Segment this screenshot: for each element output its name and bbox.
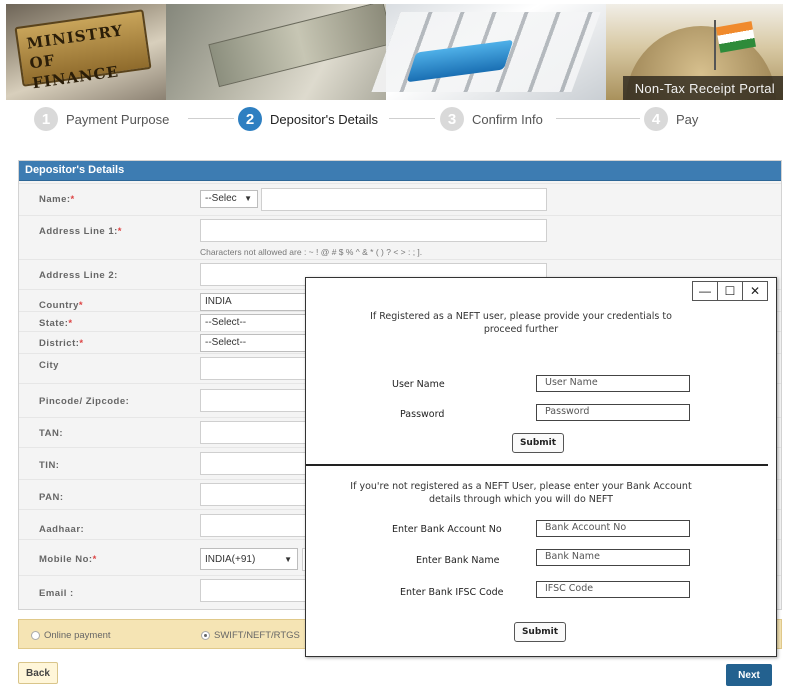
step-label: Depositor's Details — [270, 111, 378, 127]
unregistered-text-line-1: If you're not registered as a NEFT User,… — [350, 481, 692, 492]
step-connector — [389, 118, 435, 119]
chevron-down-icon: ▼ — [244, 194, 252, 203]
user-name-label: User Name — [392, 379, 445, 390]
ifsc-input[interactable]: IFSC Code — [536, 581, 690, 598]
pan-label: PAN: — [39, 492, 64, 503]
chevron-down-icon: ▼ — [284, 555, 292, 564]
state-label: State:* — [39, 318, 73, 329]
tin-input[interactable] — [200, 452, 308, 475]
address-line-1-label: Address Line 1:* — [39, 226, 122, 237]
unregistered-user-instruction: If you're not registered as a NEFT User,… — [336, 480, 706, 506]
minimize-icon[interactable]: — — [693, 282, 717, 300]
window-controls: — ☐ ✕ — [692, 281, 768, 301]
bank-name-input[interactable]: Bank Name — [536, 549, 690, 566]
bank-account-label: Enter Bank Account No — [392, 524, 502, 535]
neft-credentials-dialog: — ☐ ✕ If Registered as a NEFT user, plea… — [305, 277, 777, 657]
address-line-2-label: Address Line 2: — [39, 270, 118, 281]
address-hint: Characters not allowed are : ~ ! @ # $ %… — [200, 247, 423, 257]
step-number: 4 — [644, 107, 668, 131]
pincode-label: Pincode/ Zipcode: — [39, 396, 130, 407]
name-input[interactable] — [261, 188, 547, 211]
email-label: Email : — [39, 588, 74, 599]
city-label: City — [39, 360, 59, 371]
user-name-input[interactable]: User Name — [536, 375, 690, 392]
panel-header: Depositor's Details — [19, 161, 781, 181]
step-payment-purpose: 1 Payment Purpose — [34, 106, 169, 132]
city-input[interactable] — [200, 357, 308, 380]
step-number: 2 — [238, 107, 262, 131]
aadhaar-input[interactable] — [200, 514, 308, 537]
step-label: Pay — [676, 111, 699, 127]
email-input[interactable] — [200, 579, 308, 602]
step-connector — [556, 118, 640, 119]
country-select[interactable]: INDIA — [200, 293, 308, 311]
aadhaar-label: Aadhaar: — [39, 524, 85, 535]
tan-input[interactable] — [200, 421, 308, 444]
name-title-select[interactable]: --Selec ▼ — [200, 190, 258, 208]
swift-neft-rtgs-radio[interactable]: SWIFT/NEFT/RTGS — [201, 630, 300, 641]
step-confirm-info: 3 Confirm Info — [440, 106, 543, 132]
registered-text-line-2: proceed further — [483, 324, 559, 335]
swift-neft-rtgs-label: SWIFT/NEFT/RTGS — [214, 630, 300, 641]
submit-bank-details-button[interactable]: Submit — [514, 622, 566, 642]
maximize-icon[interactable]: ☐ — [717, 282, 742, 300]
step-label: Payment Purpose — [66, 111, 170, 127]
step-label: Confirm Info — [472, 111, 543, 127]
pan-input[interactable] — [200, 483, 308, 506]
ifsc-label: Enter Bank IFSC Code — [400, 587, 504, 598]
radio-icon — [31, 631, 40, 640]
close-icon[interactable]: ✕ — [742, 282, 767, 300]
submit-credentials-button[interactable]: Submit — [512, 433, 564, 453]
panel-title: Depositor's Details — [25, 164, 125, 176]
online-payment-radio[interactable]: Online payment — [31, 630, 111, 641]
step-number: 3 — [440, 107, 464, 131]
step-depositor-details: 2 Depositor's Details — [238, 106, 378, 132]
header-banner: MINISTRY OF FINANCE Non-Tax Receipt Port… — [6, 4, 783, 100]
password-label: Password — [400, 409, 445, 420]
registered-user-instruction: If Registered as a NEFT user, please pro… — [336, 310, 706, 336]
tan-label: TAN: — [39, 428, 63, 439]
online-payment-label: Online payment — [44, 630, 111, 641]
next-button[interactable]: Next — [726, 664, 772, 686]
password-input[interactable]: Password — [536, 404, 690, 421]
unregistered-text-line-2: details through which you will do NEFT — [429, 494, 613, 505]
pincode-input[interactable] — [200, 389, 308, 412]
radio-selected-icon — [201, 631, 210, 640]
back-button[interactable]: Back — [18, 662, 58, 684]
registered-text-line-1: If Registered as a NEFT user, please pro… — [370, 311, 672, 322]
bank-name-label: Enter Bank Name — [416, 555, 500, 566]
row-address-line-1: Address Line 1:* Characters not allowed … — [19, 215, 781, 259]
name-label: Name:* — [39, 194, 75, 205]
district-label: District:* — [39, 338, 84, 349]
tin-label: TIN: — [39, 460, 60, 471]
progress-steps: 1 Payment Purpose 2 Depositor's Details … — [6, 100, 783, 140]
state-select[interactable]: --Select-- — [200, 314, 308, 332]
step-pay: 4 Pay — [644, 106, 698, 132]
country-label: Country* — [39, 300, 84, 311]
step-number: 1 — [34, 107, 58, 131]
step-connector — [188, 118, 234, 119]
mobile-country-code-select[interactable]: INDIA(+91) ▼ — [200, 548, 298, 570]
dialog-divider — [306, 464, 768, 466]
address-line-1-input[interactable] — [200, 219, 547, 242]
row-name: Name:* --Selec ▼ — [19, 183, 781, 215]
bank-account-input[interactable]: Bank Account No — [536, 520, 690, 537]
mobile-label: Mobile No:* — [39, 554, 97, 565]
district-select[interactable]: --Select-- — [200, 334, 308, 352]
portal-title: Non-Tax Receipt Portal — [634, 81, 775, 96]
